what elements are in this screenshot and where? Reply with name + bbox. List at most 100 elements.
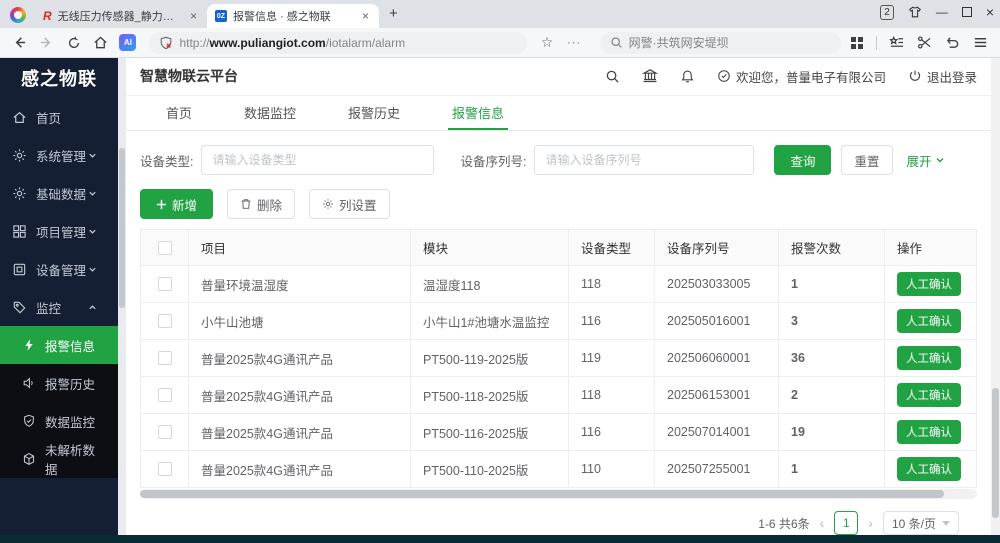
toolbar-search-box[interactable]: 网警·共筑网安堤坝 xyxy=(600,32,841,54)
chevron-down-icon xyxy=(88,227,97,236)
tab-count-badge[interactable]: 2 xyxy=(880,5,894,20)
check-circle-icon xyxy=(717,69,731,83)
theme-shirt-icon[interactable] xyxy=(908,5,922,19)
row-checkbox[interactable] xyxy=(158,388,172,402)
alarm-count: 36 xyxy=(779,340,885,377)
manual-confirm-button[interactable]: 人工确认 xyxy=(897,272,961,296)
back-icon[interactable] xyxy=(8,31,31,55)
expand-filters-link[interactable]: 展开 xyxy=(907,151,945,170)
add-button[interactable]: 新增 xyxy=(140,189,213,219)
forward-icon[interactable] xyxy=(35,31,58,55)
col-header-op: 操作 xyxy=(885,230,977,266)
column-settings-button[interactable]: 列设置 xyxy=(309,189,390,219)
page-number-button[interactable]: 1 xyxy=(834,511,858,535)
window-controls: 2 — × xyxy=(880,4,994,20)
page-more-icon[interactable]: ··· xyxy=(563,31,586,55)
browser-tab-1[interactable]: R 无线压力传感器_静力水准仪_ × xyxy=(35,4,207,28)
pulian-favicon-icon: R xyxy=(43,9,52,23)
apps-grid-icon[interactable] xyxy=(845,31,869,55)
favorites-list-icon[interactable] xyxy=(884,31,908,55)
sidebar-subitem-alarm-info[interactable]: 报警信息 xyxy=(0,326,118,364)
alarm-count: 2 xyxy=(779,377,885,414)
shield-block-icon[interactable] xyxy=(159,36,173,50)
sidebar-subitem-alarm-history[interactable]: 报警历史 xyxy=(0,364,118,402)
scrollbar-thumb[interactable] xyxy=(140,490,944,498)
notifications-bell-icon[interactable] xyxy=(680,69,695,84)
refresh-icon[interactable] xyxy=(62,31,85,55)
table-row: 普量环境温湿度 温湿度118 118 202503033005 1 人工确认 xyxy=(141,266,977,303)
chevron-down-icon xyxy=(88,265,97,274)
bookmark-star-icon[interactable]: ☆ xyxy=(535,31,558,55)
screenshot-scissors-icon[interactable] xyxy=(912,31,936,55)
table-row: 普量2025款4G通讯产品 PT500-119-2025版 119 202506… xyxy=(141,340,977,377)
sidebar-item-basedata[interactable]: 基础数据 xyxy=(0,174,118,212)
table-row: 普量2025款4G通讯产品 PT500-118-2025版 118 202506… xyxy=(141,377,977,414)
address-bar[interactable]: http://www.puliangiot.com/iotalarm/alarm xyxy=(149,32,527,54)
page-tab-alarm-history[interactable]: 报警历史 xyxy=(322,96,426,130)
scrollbar-thumb[interactable] xyxy=(119,148,125,308)
tab-title: 报警信息 · 感之物联 xyxy=(233,8,354,24)
table-header-row: 项目 模块 设备类型 设备序列号 报警次数 操作 xyxy=(141,230,977,266)
manual-confirm-button[interactable]: 人工确认 xyxy=(897,420,961,444)
manual-confirm-button[interactable]: 人工确认 xyxy=(897,309,961,333)
app-logo: 感之物联 xyxy=(0,58,118,98)
url-text[interactable]: http://www.puliangiot.com/iotalarm/alarm xyxy=(179,36,405,50)
device-type-label: 设备类型: xyxy=(140,151,193,170)
page-tab-home[interactable]: 首页 xyxy=(140,96,218,130)
sidebar-subitem-unparsed-data[interactable]: 未解析数据 xyxy=(0,440,118,478)
tab-close-icon[interactable]: × xyxy=(188,9,199,23)
alarm-count: 3 xyxy=(779,303,885,340)
sidebar-scrollbar[interactable] xyxy=(118,58,126,535)
serial-input[interactable] xyxy=(534,145,754,175)
page-tab-alarm-info[interactable]: 报警信息 xyxy=(426,96,530,130)
sidebar-subitem-data-monitor[interactable]: 数据监控 xyxy=(0,402,118,440)
row-checkbox[interactable] xyxy=(158,351,172,365)
menu-hamburger-icon[interactable] xyxy=(968,31,992,55)
page-tab-data-monitor[interactable]: 数据监控 xyxy=(218,96,322,130)
page-size-select[interactable]: 10 条/页 xyxy=(883,511,959,535)
prev-page-icon[interactable]: ‹ xyxy=(820,515,825,531)
table-horizontal-scrollbar[interactable] xyxy=(140,489,977,499)
welcome-user[interactable]: 欢迎您，普量电子有限公司 xyxy=(717,67,886,86)
home-icon[interactable] xyxy=(89,31,112,55)
reset-button[interactable]: 重置 xyxy=(841,145,892,175)
table-row: 普量2025款4G通讯产品 PT500-116-2025版 116 202507… xyxy=(141,414,977,451)
row-checkbox[interactable] xyxy=(158,462,172,476)
sidebar-item-device[interactable]: 设备管理 xyxy=(0,250,118,288)
delete-button[interactable]: 删除 xyxy=(227,189,295,219)
maximize-button[interactable] xyxy=(962,7,972,17)
sidebar-item-project[interactable]: 项目管理 xyxy=(0,212,118,250)
manual-confirm-button[interactable]: 人工确认 xyxy=(897,383,961,407)
row-checkbox[interactable] xyxy=(158,425,172,439)
manual-confirm-button[interactable]: 人工确认 xyxy=(897,457,961,481)
main-area: 智慧物联云平台 欢迎您，普量电子有限公司 xyxy=(126,58,991,535)
organization-bank-icon[interactable] xyxy=(642,68,658,84)
select-all-checkbox[interactable] xyxy=(158,241,172,255)
undo-icon[interactable] xyxy=(940,31,964,55)
sidebar-item-system[interactable]: 系统管理 xyxy=(0,136,118,174)
device-type-input[interactable] xyxy=(201,145,434,175)
toolbar-separator xyxy=(876,36,877,50)
logout-button[interactable]: 退出登录 xyxy=(908,67,977,86)
ai-assistant-icon[interactable]: AI xyxy=(116,31,139,55)
new-tab-button[interactable]: + xyxy=(389,5,398,22)
header-search-icon[interactable] xyxy=(605,69,620,84)
tab-close-icon[interactable]: × xyxy=(360,9,371,23)
row-checkbox[interactable] xyxy=(158,277,172,291)
scrollbar-thumb[interactable] xyxy=(992,388,999,518)
chevron-down-icon xyxy=(88,189,97,198)
sidebar-item-home[interactable]: 首页 xyxy=(0,98,118,136)
manual-confirm-button[interactable]: 人工确认 xyxy=(897,346,961,370)
next-page-icon[interactable]: › xyxy=(868,515,873,531)
serial-label: 设备序列号: xyxy=(460,151,526,170)
sidebar-item-monitor[interactable]: 监控 xyxy=(0,288,118,326)
browser-tab-2-active[interactable]: 0Z 报警信息 · 感之物联 × xyxy=(207,4,379,28)
browser-logo-icon[interactable] xyxy=(10,7,26,23)
row-checkbox[interactable] xyxy=(158,314,172,328)
close-window-button[interactable]: × xyxy=(986,4,994,20)
minimize-button[interactable]: — xyxy=(936,5,948,19)
search-button[interactable]: 查询 xyxy=(774,145,831,175)
page-scrollbar[interactable] xyxy=(991,58,1000,535)
table-row: 小牛山池塘 小牛山1#池塘水温监控 116 202505016001 3 人工确… xyxy=(141,303,977,340)
alarm-count: 19 xyxy=(779,414,885,451)
